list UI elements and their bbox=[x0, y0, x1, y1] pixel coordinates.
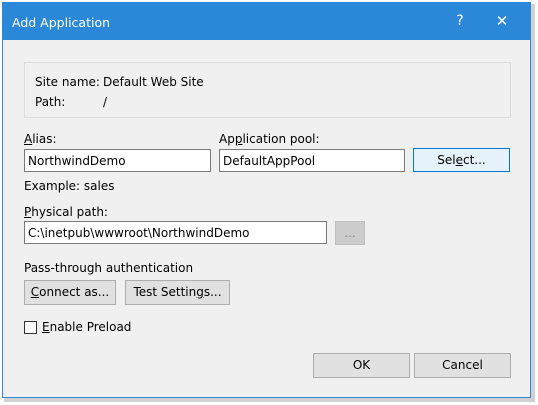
alias-label-mnemonic: A bbox=[24, 132, 33, 146]
enable-preload-text: nable Preload bbox=[49, 320, 132, 334]
physical-path-label-text: hysical path: bbox=[31, 205, 108, 219]
pass-through-auth-heading: Pass-through authentication bbox=[24, 261, 194, 275]
application-pool-label-text: lication pool: bbox=[242, 132, 320, 146]
test-settings-mnemonic: g bbox=[196, 285, 204, 299]
physical-path-label: Physical path: bbox=[24, 205, 108, 219]
path-label: Path: bbox=[35, 95, 66, 109]
dialog-title: Add Application bbox=[12, 15, 111, 30]
close-icon[interactable]: ✕ bbox=[492, 11, 512, 31]
site-name-label: Site name: bbox=[35, 75, 100, 89]
connect-as-text: onnect as... bbox=[39, 285, 110, 299]
help-icon[interactable]: ? bbox=[450, 11, 470, 31]
add-application-dialog: Add Application ? ✕ Site name: Default W… bbox=[2, 2, 531, 398]
title-bar[interactable]: Add Application ? ✕ bbox=[3, 3, 530, 40]
test-settings-text: s... bbox=[203, 285, 222, 299]
alias-label-text: lias: bbox=[32, 132, 57, 146]
alias-label: Alias: bbox=[24, 132, 57, 146]
physical-path-input[interactable] bbox=[24, 221, 327, 244]
enable-preload-mnemonic: E bbox=[42, 320, 50, 334]
application-pool-label-pre: Ap bbox=[219, 132, 235, 146]
ok-button[interactable]: OK bbox=[313, 353, 410, 378]
browse-button[interactable]: ... bbox=[335, 221, 365, 245]
cancel-button[interactable]: Cancel bbox=[414, 353, 511, 378]
connect-as-mnemonic: C bbox=[30, 285, 40, 299]
enable-preload-checkbox[interactable] bbox=[24, 321, 37, 334]
select-button-pre: Sel bbox=[437, 153, 456, 167]
application-pool-label: Application pool: bbox=[219, 132, 320, 146]
test-settings-pre: Test Settin bbox=[133, 285, 197, 299]
alias-input[interactable] bbox=[24, 149, 211, 172]
path-value: / bbox=[103, 95, 108, 109]
site-name-value: Default Web Site bbox=[103, 75, 204, 89]
alias-example: Example: sales bbox=[24, 179, 115, 193]
application-pool-field[interactable] bbox=[219, 149, 405, 172]
test-settings-button[interactable]: Test Settings... bbox=[125, 280, 230, 305]
enable-preload-label[interactable]: Enable Preload bbox=[42, 320, 131, 334]
select-button[interactable]: Select... bbox=[413, 148, 510, 172]
select-button-mnemonic: e bbox=[455, 153, 463, 167]
connect-as-button[interactable]: Connect as... bbox=[24, 280, 116, 305]
select-button-text: ct... bbox=[462, 153, 486, 167]
site-info-box bbox=[24, 62, 511, 118]
